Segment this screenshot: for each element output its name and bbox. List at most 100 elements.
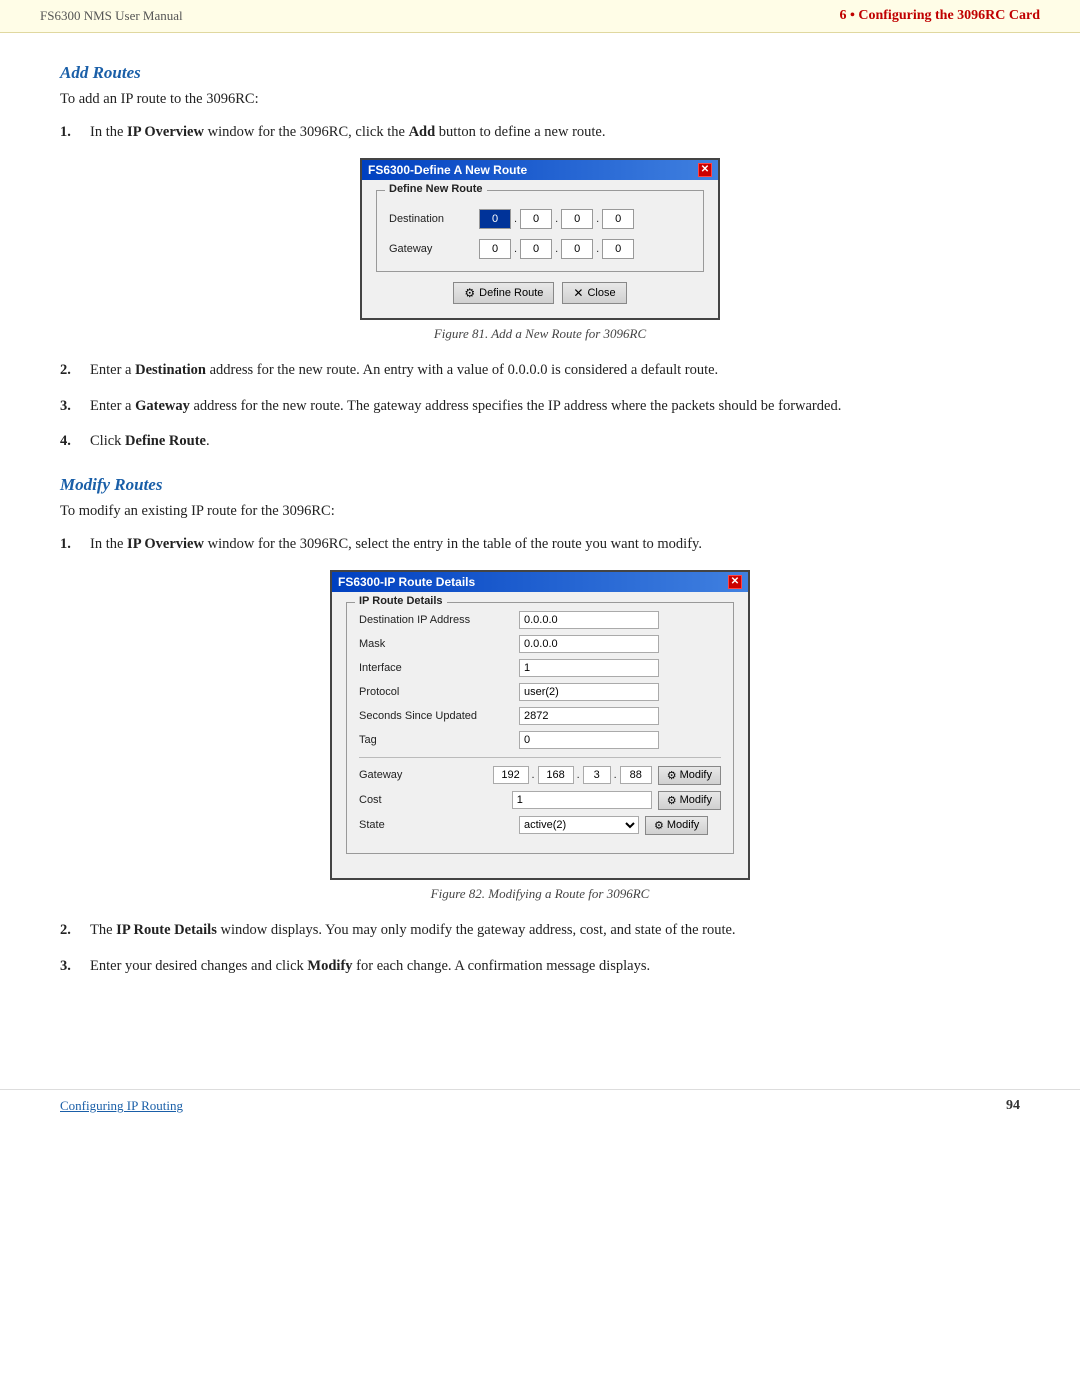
gateway-row: Gateway . . . [389,239,691,259]
detail-cost-row: Cost ⚙ Modify [359,791,721,810]
dialog2-group-title: IP Route Details [355,595,447,607]
detail-interface-row: Interface [359,659,721,677]
close-icon-dialog1: ✕ [573,286,583,300]
define-route-button[interactable]: ⚙ Define Route [453,282,554,304]
footer-bar: Configuring IP Routing 94 [0,1089,1080,1122]
detail-interface-value[interactable] [519,659,659,677]
add-routes-intro: To add an IP route to the 3096RC: [60,91,1020,108]
add-routes-step4: 4. Click Define Route. [60,431,1020,453]
state-modify-label: Modify [667,819,699,831]
gateway-ip-input[interactable]: . . . [479,239,634,259]
add-routes-step1: 1. In the IP Overview window for the 309… [60,122,1020,144]
add-routes-section: Add Routes To add an IP route to the 309… [60,63,1020,453]
dest-dot-2: . [554,213,559,225]
dialog1-titlebar: FS6300-Define A New Route ✕ [362,160,718,180]
footer-left-link[interactable]: Configuring IP Routing [60,1098,183,1114]
detail-gateway-row: Gateway . . . ⚙ [359,766,721,785]
gw2-octet-1[interactable] [493,766,529,784]
modify-step1-num: 1. [60,534,88,556]
step1-text: In the IP Overview window for the 3096RC… [90,122,1020,144]
main-content: Add Routes To add an IP route to the 309… [0,33,1080,1059]
step2-bold: Destination [135,362,206,378]
dest-dot-3: . [595,213,600,225]
detail-protocol-value[interactable] [519,683,659,701]
add-routes-heading: Add Routes [60,63,1020,83]
step4-num: 4. [60,431,88,453]
modify-routes-step2: 2. The IP Route Details window displays.… [60,920,1020,942]
dest-octet-4[interactable] [602,209,634,229]
detail-tag-label: Tag [359,734,519,746]
gateway-modify-label: Modify [680,769,712,781]
detail-gateway-label: Gateway [359,769,493,781]
cost-modify-button[interactable]: ⚙ Modify [658,791,721,810]
cost-modify-icon: ⚙ [667,794,677,807]
step1-bold2: Add [409,124,436,140]
detail-state-select[interactable]: active(2) inactive [519,816,639,834]
state-modify-icon: ⚙ [654,819,664,832]
dest-octet-1[interactable] [479,209,511,229]
detail-seconds-row: Seconds Since Updated [359,707,721,725]
header-bar: FS6300 NMS User Manual 6 • Configuring t… [0,0,1080,33]
dialog2-body: IP Route Details Destination IP Address … [332,592,748,878]
detail-seconds-value[interactable] [519,707,659,725]
gw2-dot-1: . [531,769,536,781]
modify-step2-bold: IP Route Details [116,922,217,938]
modify-routes-step1: 1. In the IP Overview window for the 309… [60,534,1020,556]
dialog-define-new-route: FS6300-Define A New Route ✕ Define New R… [360,158,720,320]
step4-text: Click Define Route. [90,431,1020,453]
gateway-ip-row: . . . [493,766,652,784]
add-routes-step2: 2. Enter a Destination address for the n… [60,360,1020,382]
gw-octet-3[interactable] [561,239,593,259]
gw-octet-4[interactable] [602,239,634,259]
dialog-ip-route-details: FS6300-IP Route Details ✕ IP Route Detai… [330,570,750,880]
modify-step1-bold1: IP Overview [127,536,204,552]
detail-protocol-row: Protocol [359,683,721,701]
detail-state-row: State active(2) inactive ⚙ Modify [359,816,721,835]
state-modify-button[interactable]: ⚙ Modify [645,816,708,835]
dialog1-close-icon[interactable]: ✕ [698,163,712,177]
gw-octet-2[interactable] [520,239,552,259]
detail-state-label: State [359,819,519,831]
close-label-dialog1: Close [587,287,615,299]
gateway-modify-button[interactable]: ⚙ Modify [658,766,721,785]
detail-dest-ip-value[interactable] [519,611,659,629]
detail-mask-value[interactable] [519,635,659,653]
dest-octet-3[interactable] [561,209,593,229]
modify-step3-num: 3. [60,956,88,978]
destination-ip-input[interactable]: . . . [479,209,634,229]
detail-tag-row: Tag [359,731,721,749]
step3-num: 3. [60,396,88,418]
dest-dot-1: . [513,213,518,225]
gw2-octet-3[interactable] [583,766,611,784]
step1-num: 1. [60,122,88,144]
detail-dest-ip-label: Destination IP Address [359,614,519,626]
dialog2-titlebar: FS6300-IP Route Details ✕ [332,572,748,592]
step4-bold: Define Route [125,433,206,449]
detail-cost-value[interactable] [512,791,652,809]
detail-tag-value[interactable] [519,731,659,749]
gateway-label: Gateway [389,243,479,255]
gw2-octet-4[interactable] [620,766,652,784]
step2-num: 2. [60,360,88,382]
modify-routes-step3: 3. Enter your desired changes and click … [60,956,1020,978]
figure1-caption: Figure 81. Add a New Route for 3096RC [60,326,1020,342]
detail-cost-label: Cost [359,794,512,806]
define-route-label: Define Route [479,287,543,299]
step3-bold: Gateway [135,398,190,414]
dest-octet-2[interactable] [520,209,552,229]
destination-label: Destination [389,213,479,225]
gw2-octet-2[interactable] [538,766,574,784]
gw2-dot-2: . [576,769,581,781]
dialog1-group: Define New Route Destination . . . [376,190,704,272]
detail-seconds-label: Seconds Since Updated [359,710,519,722]
gw-octet-1[interactable] [479,239,511,259]
close-button-dialog1[interactable]: ✕ Close [562,282,626,304]
define-route-icon: ⚙ [464,286,475,300]
detail-interface-label: Interface [359,662,519,674]
detail-protocol-label: Protocol [359,686,519,698]
header-left: FS6300 NMS User Manual [40,8,183,24]
modify-routes-intro: To modify an existing IP route for the 3… [60,503,1020,520]
dialog2-close-icon[interactable]: ✕ [728,575,742,589]
gateway-modify-icon: ⚙ [667,769,677,782]
gw2-dot-3: . [613,769,618,781]
